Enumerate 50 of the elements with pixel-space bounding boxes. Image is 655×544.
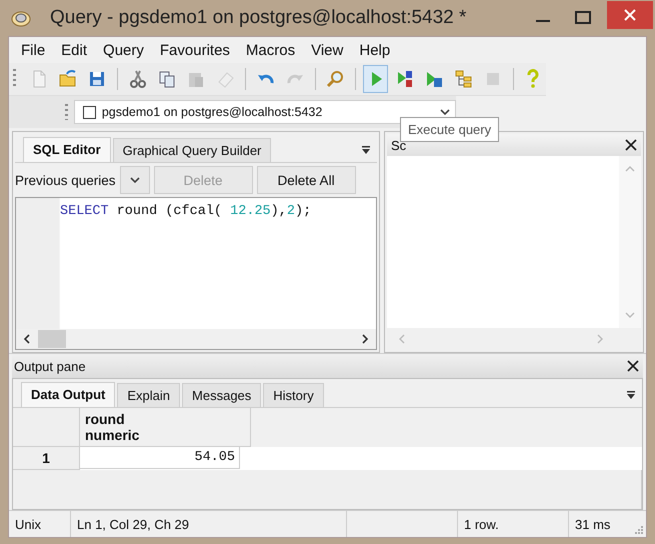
dropdown-arrow-icon[interactable] <box>361 146 371 154</box>
menu-item[interactable]: Macros <box>238 42 304 58</box>
row-header[interactable]: 1 <box>13 447 80 470</box>
chevron-left-icon[interactable] <box>22 334 32 344</box>
delete-button[interactable]: Delete All <box>256 166 356 194</box>
toolbar-grip[interactable] <box>65 104 68 120</box>
tab[interactable]: Graphical Query Builder <box>112 138 272 162</box>
chevron-right-icon[interactable] <box>360 334 370 344</box>
tab[interactable]: Messages <box>182 383 262 407</box>
status-text: Ln 1, Col 29, Ch 29 <box>71 511 347 537</box>
horizontal-scrollbar[interactable] <box>16 329 376 349</box>
tab[interactable]: History <box>263 383 324 407</box>
close-icon[interactable] <box>625 139 637 151</box>
connection-dropdown[interactable]: pgsdemo1 on postgres@localhost:5432 <box>74 100 456 124</box>
tab[interactable]: Explain <box>117 383 180 407</box>
tab[interactable]: SQL Editor <box>23 137 111 162</box>
status-text: Unix <box>9 511 71 537</box>
close-button[interactable] <box>607 1 653 29</box>
pane-title: Output pane <box>14 358 86 374</box>
code-line: SELECT round (cfcal( 12.25),2); <box>60 204 312 219</box>
scrollbar-thumb[interactable] <box>38 330 66 348</box>
explain-icon <box>454 69 474 89</box>
status-text: 31 ms <box>574 516 612 534</box>
menu-item[interactable]: Favourites <box>152 42 238 58</box>
copy-icon <box>156 69 177 89</box>
menu-item[interactable]: File <box>13 42 54 58</box>
resize-grip-icon[interactable] <box>634 525 644 535</box>
status-text: 1 row. <box>457 511 569 537</box>
cut-icon <box>128 69 148 89</box>
toolbar-grip[interactable] <box>13 69 16 89</box>
checkbox[interactable] <box>82 106 96 118</box>
sql-editor[interactable]: SELECT round (cfcal( 12.25),2); <box>15 197 377 350</box>
menu-item[interactable]: Query <box>95 42 152 58</box>
menu-item[interactable]: Help <box>351 42 398 58</box>
previous-queries-label: Previous queries <box>15 172 116 188</box>
open-icon <box>58 69 78 89</box>
find-icon <box>325 69 346 89</box>
chevron-up-icon[interactable] <box>625 164 635 174</box>
menu-item[interactable]: View <box>303 42 352 58</box>
previous-queries-dropdown[interactable] <box>120 166 150 194</box>
execute-file-icon <box>424 69 444 89</box>
close-icon <box>623 8 637 22</box>
table-cell: 54.05 <box>80 447 240 469</box>
close-icon[interactable] <box>627 360 639 372</box>
menu-item[interactable]: Edit <box>53 42 96 58</box>
dropdown-arrow-icon[interactable] <box>626 391 636 399</box>
column-header[interactable]: round numeric <box>80 408 251 447</box>
tooltip: Execute query <box>400 117 500 142</box>
window-title: Query - pgsdemo1 on postgres@localhost:5432 * <box>50 7 468 29</box>
tab[interactable]: Data Output <box>21 382 116 407</box>
